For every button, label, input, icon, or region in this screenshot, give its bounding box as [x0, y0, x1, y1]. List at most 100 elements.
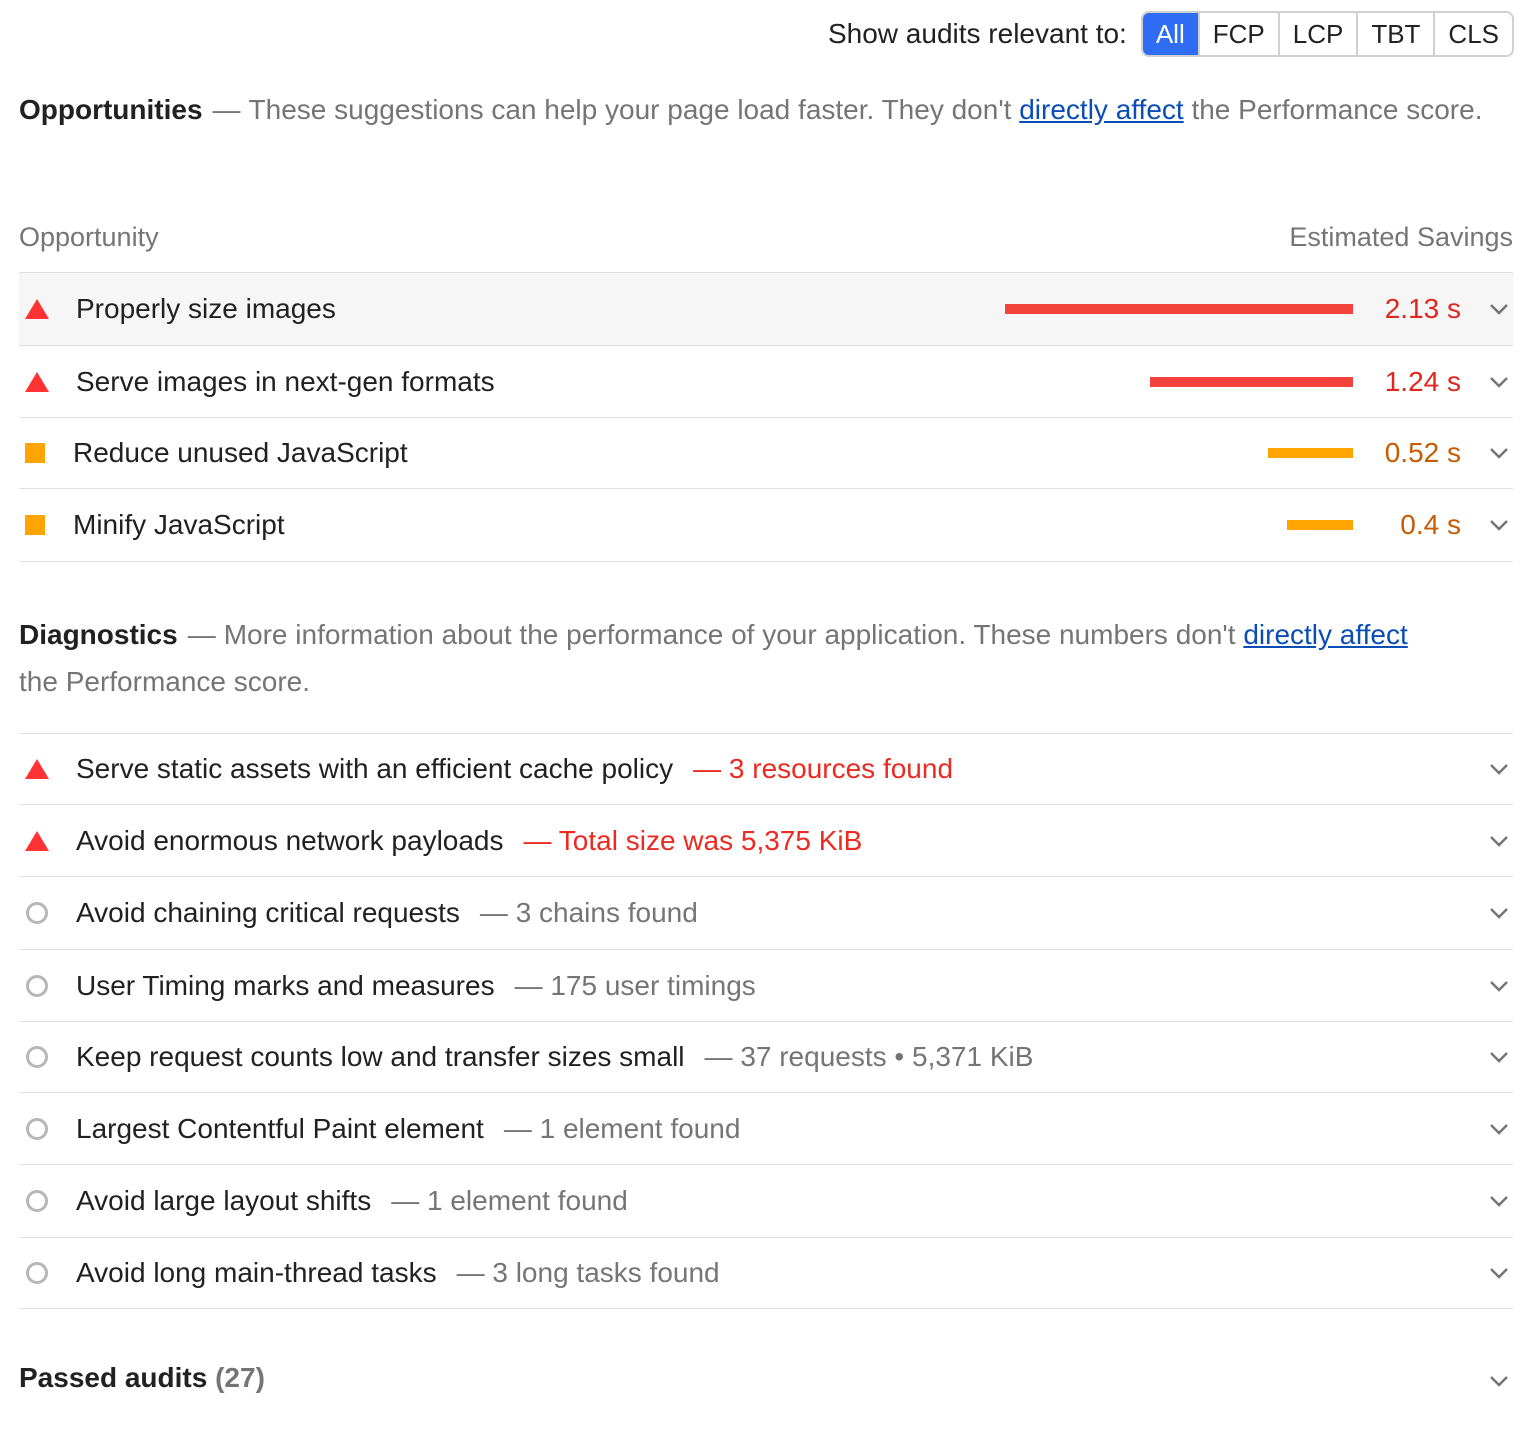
savings-bar — [1287, 520, 1353, 530]
passed-audits-toggle[interactable]: Passed audits (27) — [19, 1356, 1513, 1406]
diagnostics-desc-tail: the Performance score. — [19, 666, 311, 697]
opportunities-title: Opportunities — [19, 94, 203, 125]
diagnostic-title: Largest Contentful Paint element — [76, 1112, 484, 1144]
diagnostics-title: Diagnostics — [19, 619, 178, 650]
diagnostic-row[interactable]: Largest Contentful Paint element — 1 elem… — [19, 1093, 1513, 1165]
opportunity-title: Serve images in next-gen formats — [76, 365, 495, 397]
diagnostics-dash: — — [187, 619, 216, 650]
circle-icon — [26, 1117, 48, 1140]
diagnostic-dash: — — [456, 1257, 485, 1288]
chevron-down-icon[interactable] — [1489, 1371, 1509, 1391]
chevron-down-icon[interactable] — [1489, 1263, 1509, 1283]
diagnostic-title-line: User Timing marks and measures — 175 user… — [76, 970, 756, 1002]
triangle-icon — [25, 299, 49, 319]
diagnostic-row[interactable]: Avoid chaining critical requests — 3 chai… — [19, 877, 1513, 950]
diagnostic-row[interactable]: Avoid long main-thread tasks — 3 long tas… — [19, 1238, 1513, 1309]
diagnostic-title: Avoid large layout shifts — [76, 1185, 372, 1216]
savings-bar — [1005, 304, 1353, 314]
opportunities-dash: — — [212, 94, 241, 125]
diagnostic-title-line: Avoid large layout shifts — 1 element fou… — [76, 1185, 628, 1217]
diagnostic-row[interactable]: User Timing marks and measures — 175 user… — [19, 950, 1513, 1022]
square-icon — [25, 515, 45, 535]
diagnostic-dash: — — [704, 1041, 733, 1072]
diagnostic-dash: — — [391, 1185, 420, 1216]
opportunity-column-header: Opportunity — [19, 222, 159, 252]
diagnostic-title-line: Avoid long main-thread tasks — 3 long tas… — [76, 1257, 720, 1289]
circle-icon — [26, 1190, 48, 1212]
diagnostic-title: Avoid enormous network payloads — [76, 824, 504, 856]
triangle-icon — [25, 830, 49, 851]
chevron-down-icon[interactable] — [1489, 759, 1509, 779]
circle-icon — [26, 974, 48, 997]
chevron-down-icon[interactable] — [1489, 299, 1509, 319]
chevron-down-icon[interactable] — [1489, 1119, 1509, 1139]
chevron-down-icon[interactable] — [1489, 903, 1509, 923]
diagnostic-row[interactable]: Serve static assets with an efficient ca… — [19, 734, 1513, 805]
chevron-down-icon[interactable] — [1489, 831, 1509, 851]
opportunity-title: Properly size images — [76, 293, 336, 324]
filter-tbt-button[interactable]: TBT — [1356, 13, 1434, 55]
audit-filter-bar: Show audits relevant to: All FCP LCP TBT… — [828, 11, 1514, 57]
opportunity-row[interactable]: Minify JavaScript 0.4 s — [19, 489, 1513, 562]
diagnostic-dash: — — [503, 1112, 532, 1144]
triangle-icon — [25, 371, 49, 392]
filter-all-button[interactable]: All — [1142, 13, 1198, 55]
diagnostic-detail: 37 requests • 5,371 KiB — [740, 1041, 1034, 1072]
filter-button-group: All FCP LCP TBT CLS — [1140, 11, 1514, 57]
circle-icon — [26, 1046, 48, 1068]
passed-audits-label: Passed audits (27) — [19, 1362, 265, 1394]
triangle-icon — [25, 759, 49, 779]
opportunity-table-header: Opportunity Estimated Savings — [19, 218, 1513, 273]
chevron-down-icon[interactable] — [1489, 515, 1509, 535]
filter-lcp-button[interactable]: LCP — [1277, 13, 1357, 55]
passed-audits-title: Passed audits — [19, 1362, 208, 1393]
diagnostic-title: Avoid long main-thread tasks — [76, 1257, 437, 1288]
chevron-down-icon[interactable] — [1489, 1047, 1509, 1067]
circle-icon — [26, 902, 48, 924]
opportunities-desc-tail: the Performance score. — [1183, 94, 1483, 125]
diagnostic-detail: 1 element found — [539, 1112, 741, 1144]
savings-value: 0.4 s — [1400, 509, 1461, 540]
diagnostic-dash: — — [693, 753, 722, 784]
diagnostic-dash: — — [514, 969, 543, 1001]
chevron-down-icon[interactable] — [1489, 1191, 1509, 1211]
opportunity-title: Reduce unused JavaScript — [73, 437, 408, 468]
opportunity-row[interactable]: Reduce unused JavaScript 0.52 s — [19, 418, 1513, 489]
filter-cls-button[interactable]: CLS — [1433, 13, 1512, 55]
chevron-down-icon[interactable] — [1489, 372, 1509, 392]
diagnostic-row[interactable]: Avoid large layout shifts — 1 element fou… — [19, 1165, 1513, 1238]
filter-fcp-button[interactable]: FCP — [1197, 13, 1278, 55]
square-icon — [25, 443, 45, 463]
opportunities-description: Opportunities — These suggestions can help… — [19, 86, 1499, 133]
opportunity-row[interactable]: Serve images in next-gen formats 1.24 s — [19, 346, 1513, 418]
diagnostic-detail: 3 resources found — [728, 753, 954, 784]
savings-value: 1.24 s — [1384, 365, 1461, 397]
opportunity-row[interactable]: Properly size images 2.13 s — [19, 273, 1513, 346]
diagnostic-title-line: Keep request counts low and transfer siz… — [76, 1041, 1033, 1073]
diagnostic-title-line: Avoid enormous network payloads — Total s… — [76, 825, 862, 857]
savings-value: 0.52 s — [1384, 437, 1461, 468]
savings-value: 2.13 s — [1384, 293, 1461, 324]
savings-bar — [1268, 448, 1353, 458]
diagnostic-detail: 3 chains found — [515, 897, 698, 928]
diagnostic-detail: 1 element found — [426, 1185, 628, 1216]
diagnostic-row[interactable]: Keep request counts low and transfer siz… — [19, 1022, 1513, 1093]
diagnostic-detail: 175 user timings — [550, 969, 756, 1001]
diagnostic-detail: 3 long tasks found — [492, 1257, 720, 1288]
savings-bar — [1150, 376, 1353, 387]
diagnostic-row[interactable]: Avoid enormous network payloads — Total s… — [19, 805, 1513, 877]
opportunities-desc-text: These suggestions can help your page loa… — [248, 94, 1020, 125]
diagnostic-title-line: Avoid chaining critical requests — 3 chai… — [76, 897, 698, 929]
diagnostic-title: Keep request counts low and transfer siz… — [76, 1041, 685, 1072]
opportunity-title: Minify JavaScript — [73, 509, 285, 540]
diagnostic-dash: — — [523, 824, 552, 856]
diagnostic-title-line: Largest Contentful Paint element — 1 elem… — [76, 1113, 740, 1145]
chevron-down-icon[interactable] — [1489, 976, 1509, 996]
chevron-down-icon[interactable] — [1489, 443, 1509, 463]
opportunities-directly-affect-link[interactable]: directly affect — [1019, 94, 1183, 125]
diagnostic-detail: Total size was 5,375 KiB — [558, 824, 863, 856]
diagnostics-description: Diagnostics — More information about the p… — [19, 611, 1439, 705]
diagnostic-dash: — — [479, 897, 508, 928]
diagnostics-directly-affect-link[interactable]: directly affect — [1243, 619, 1407, 650]
diagnostics-desc-text: More information about the performance o… — [223, 619, 1244, 650]
